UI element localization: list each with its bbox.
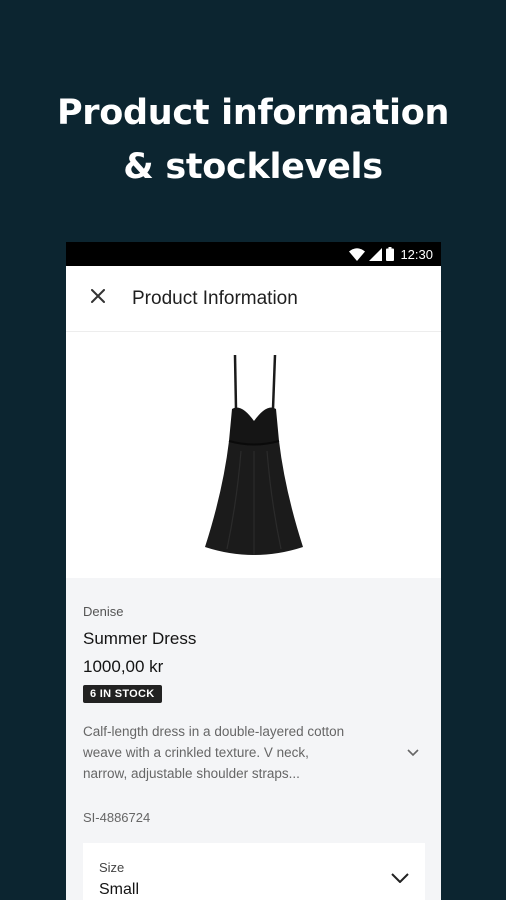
description-line: narrow, adjustable shoulder straps...: [83, 766, 300, 781]
description-line: weave with a crinkled texture. V neck,: [83, 745, 309, 760]
stock-badge: 6 IN STOCK: [83, 685, 162, 703]
status-bar: 12:30: [66, 242, 441, 266]
close-button[interactable]: [66, 266, 130, 332]
size-select[interactable]: Size Small: [83, 843, 425, 900]
size-value: Small: [99, 880, 140, 898]
promo-title-line-1: Product information: [56, 93, 450, 133]
product-info: Denise Summer Dress 1000,00 kr 6 IN STOC…: [66, 578, 441, 900]
description-row: Calf-length dress in a double-layered co…: [83, 721, 425, 784]
chevron-down-icon: [407, 744, 419, 762]
chevron-down-icon: [391, 870, 409, 888]
app-bar: Product Information: [66, 266, 441, 332]
phone-screen: 12:30 Product Information Denise Summer …: [66, 242, 441, 900]
dress-image: [204, 354, 303, 555]
signal-icon: [369, 247, 383, 261]
product-price: 1000,00 kr: [83, 657, 164, 676]
size-label: Size: [99, 859, 125, 875]
page-title: Product Information: [132, 287, 298, 309]
expand-description-button[interactable]: [401, 744, 425, 762]
promo-title-line-2: & stocklevels: [123, 147, 383, 187]
promo-title: Product information & stocklevels: [0, 86, 506, 194]
product-image: [66, 332, 441, 578]
status-time: 12:30: [400, 246, 433, 262]
description-line: Calf-length dress in a double-layered co…: [83, 724, 345, 739]
product-description: Calf-length dress in a double-layered co…: [83, 721, 401, 784]
product-brand: Denise: [83, 604, 124, 619]
product-sku: SI-4886724: [83, 810, 151, 825]
product-name: Summer Dress: [83, 629, 197, 648]
wifi-icon: [349, 247, 366, 261]
close-icon: [91, 289, 105, 308]
battery-icon: [386, 247, 395, 261]
